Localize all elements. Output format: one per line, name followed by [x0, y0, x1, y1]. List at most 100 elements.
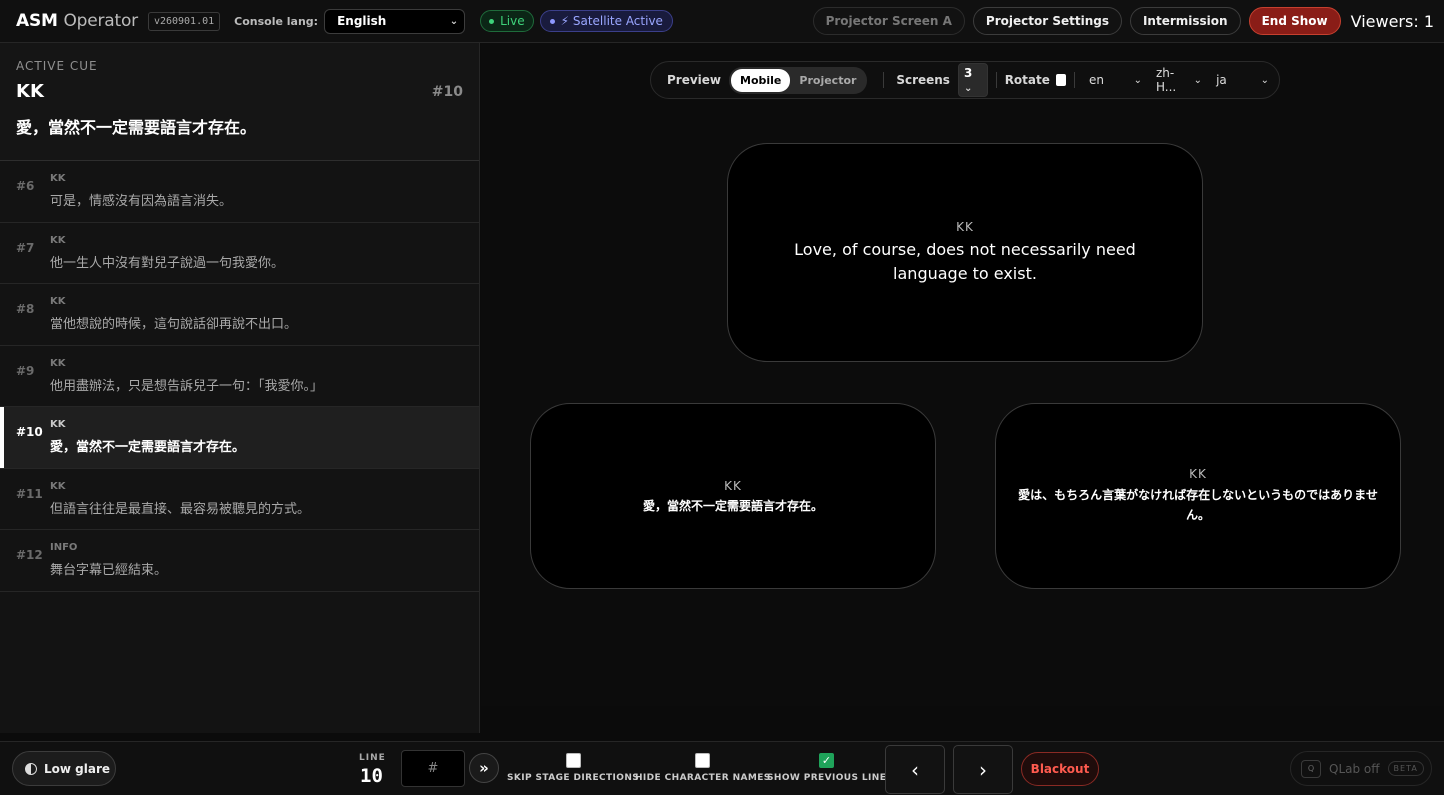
lang-value: en: [1089, 73, 1104, 87]
lang-select-1[interactable]: en ⌄: [1089, 73, 1142, 87]
blackout-button[interactable]: Blackout: [1021, 752, 1099, 786]
satellite-status-badge: ⚡ Satellite Active: [539, 10, 673, 32]
rotate-checkbox[interactable]: [1055, 74, 1067, 86]
cue-item[interactable]: #8 KK 當他想說的時候，這句說話卻再說不出口。: [0, 284, 479, 346]
rotate-label: Rotate: [1004, 73, 1050, 87]
cue-character: KK: [50, 480, 66, 492]
cue-text: 但語言往往是最直接、最容易被聽見的方式。: [50, 501, 311, 517]
cue-item[interactable]: #11 KK 但語言往往是最直接、最容易被聽見的方式。: [0, 469, 479, 530]
projector-settings-button[interactable]: Projector Settings: [972, 7, 1122, 35]
preview-label: Preview: [667, 73, 722, 87]
toolbar-divider: [1074, 72, 1075, 88]
live-status-badge: Live: [480, 10, 534, 32]
mode-projector-button[interactable]: Projector: [790, 69, 865, 92]
lang-value: ja: [1216, 73, 1227, 87]
cue-character: KK: [50, 173, 66, 184]
live-dot-icon: [489, 18, 495, 24]
line-jump-input[interactable]: #: [401, 750, 465, 787]
top-bar: ASM Operator v260901.01 Console lang: En…: [0, 0, 1444, 43]
active-cue-character: KK: [16, 81, 44, 102]
screens-select[interactable]: 3 ⌄: [957, 63, 988, 97]
cue-number: #8: [16, 302, 35, 316]
lang-select-3[interactable]: ja ⌄: [1216, 73, 1269, 87]
cue-item[interactable]: #7 KK 他一生人中沒有對兒子說過一句我愛你。: [0, 223, 479, 284]
cue-character: KK: [50, 296, 66, 307]
brand-bold: ASM: [16, 11, 58, 31]
show-previous-line-checkbox[interactable]: ✓: [819, 753, 835, 768]
console-lang-select[interactable]: English ⌄: [324, 8, 466, 34]
screens-value: 3: [963, 66, 973, 80]
preview-mode-toggle: Mobile Projector: [729, 66, 868, 94]
cue-character: KK: [50, 419, 66, 430]
active-cue-text: 愛，當然不一定需要語言才存在。: [16, 118, 257, 137]
cue-text: 舞台字幕已經結束。: [50, 563, 168, 578]
double-chevron-right-icon: »: [479, 759, 489, 777]
contrast-icon: [25, 762, 37, 775]
lang-value: zh-H...: [1155, 66, 1177, 94]
show-previous-line-label: SHOW PREVIOUS LINE: [767, 773, 887, 783]
qlab-toggle[interactable]: Q QLab off BETA: [1290, 751, 1432, 786]
low-glare-button[interactable]: Low glare: [12, 751, 116, 786]
chevron-left-icon: ‹: [911, 757, 919, 782]
satellite-label: ⚡ Satellite Active: [560, 14, 663, 28]
cue-text: 他用盡辦法，只是想告訴兒子一句：「我愛你。」: [50, 378, 324, 394]
console-lang-value: English: [337, 14, 387, 28]
cue-character: KK: [50, 234, 66, 246]
chevron-right-icon: ›: [979, 757, 987, 782]
app-brand: ASM Operator: [16, 11, 138, 31]
hide-character-names-label: HIDE CHARACTER NAMES: [635, 773, 771, 783]
viewers-count: Viewers: 1: [1350, 11, 1434, 31]
skip-stage-directions-label: SKIP STAGE DIRECTIONS: [507, 773, 640, 783]
hide-character-names-checkbox[interactable]: [695, 753, 711, 768]
chevron-down-icon: ⌄: [449, 15, 459, 27]
cue-item-current[interactable]: #10 KK 愛，當然不一定需要語言才存在。: [0, 407, 479, 469]
line-label: LINE: [359, 753, 386, 763]
line-number: 10: [360, 765, 383, 787]
lang-select-2[interactable]: zh-H... ⌄: [1156, 66, 1202, 94]
cue-text: 可是，情感沒有因為語言消失。: [50, 194, 233, 209]
cue-number: #9: [16, 363, 35, 378]
toolbar-divider: [883, 72, 885, 88]
qlab-label: QLab off: [1329, 761, 1380, 776]
bottom-control-bar: Low glare LINE 10 # » SKIP STAGE DIRECTI…: [0, 741, 1444, 795]
skip-stage-directions-toggle[interactable]: SKIP STAGE DIRECTIONS: [507, 753, 639, 783]
end-show-button[interactable]: End Show: [1248, 7, 1341, 35]
chevron-down-icon: ⌄: [1133, 74, 1142, 86]
next-cue-button[interactable]: ›: [953, 745, 1013, 794]
intermission-button[interactable]: Intermission: [1129, 7, 1241, 35]
previous-cue-button[interactable]: ‹: [885, 745, 945, 794]
mode-mobile-button[interactable]: Mobile: [731, 68, 791, 92]
toolbar-divider: [995, 72, 997, 88]
cue-text: 他一生人中沒有對兒子說過一句我愛你。: [50, 255, 285, 271]
hide-character-names-toggle[interactable]: HIDE CHARACTER NAMES: [635, 753, 771, 783]
screen-text: Love, of course, does not necessarily ne…: [794, 239, 1136, 283]
preview-toolbar: Preview Mobile Projector Screens 3 ⌄ Rot…: [650, 61, 1280, 99]
skip-stage-directions-checkbox[interactable]: [565, 753, 581, 768]
cue-text: 當他想說的時候，這句說話卻再說不出口。: [50, 317, 298, 332]
screen-text: 愛は、もちろん言葉がなければ存在しないというものではありません。: [1018, 488, 1378, 522]
active-cue-panel: ACTIVE CUE KK #10 愛，當然不一定需要語言才存在。: [0, 43, 479, 161]
active-cue-label: ACTIVE CUE: [16, 59, 98, 73]
console-lang-label: Console lang:: [234, 14, 319, 28]
active-cue-number: #10: [431, 83, 463, 100]
screen-text: 愛，當然不一定需要語言才存在。: [642, 498, 823, 513]
screen-character: KK: [724, 478, 742, 493]
cue-number: #10: [16, 425, 43, 439]
cue-item[interactable]: #9 KK 他用盡辦法，只是想告訴兒子一句：「我愛你。」: [0, 346, 479, 407]
version-badge: v260901.01: [147, 11, 221, 31]
screen-character: KK: [1189, 467, 1207, 481]
chevron-down-icon: ⌄: [963, 83, 973, 94]
jump-go-button[interactable]: »: [469, 753, 499, 783]
chevron-down-icon: ⌄: [1260, 74, 1270, 86]
cue-item[interactable]: #12 INFO 舞台字幕已經結束。: [0, 530, 479, 592]
beta-badge: BETA: [1387, 761, 1424, 776]
projector-screen-button[interactable]: Projector Screen A: [812, 7, 965, 35]
qlab-icon: Q: [1301, 759, 1321, 778]
preview-screen-en: KK Love, of course, does not necessarily…: [727, 143, 1203, 362]
cue-item[interactable]: #6 KK 可是，情感沒有因為語言消失。: [0, 161, 479, 223]
preview-area: Preview Mobile Projector Screens 3 ⌄ Rot…: [481, 43, 1444, 706]
cue-number: #7: [16, 240, 35, 255]
cue-character: INFO: [50, 542, 78, 553]
show-previous-line-toggle[interactable]: ✓ SHOW PREVIOUS LINE: [767, 753, 886, 783]
low-glare-label: Low glare: [44, 761, 111, 776]
